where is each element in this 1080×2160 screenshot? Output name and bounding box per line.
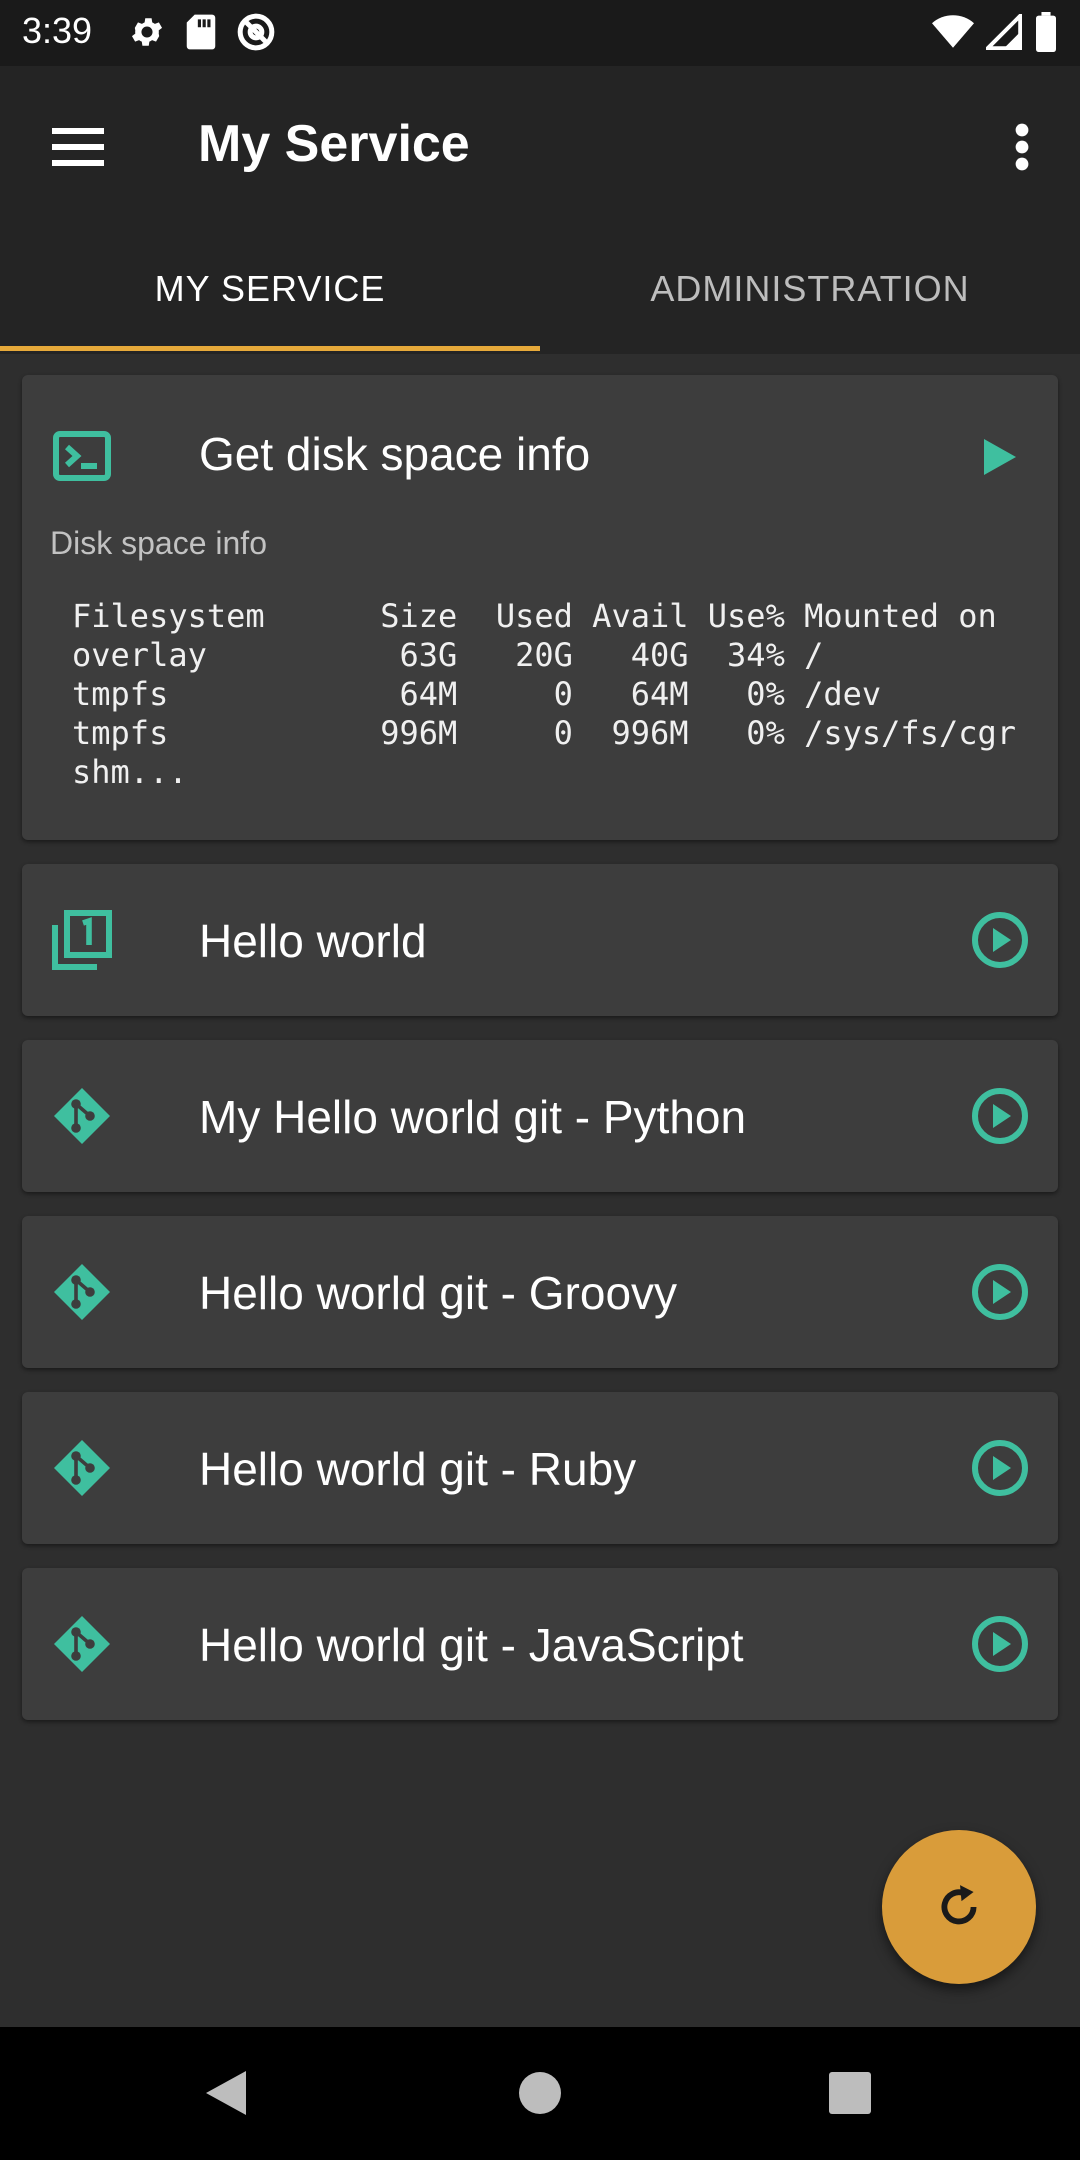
script-output-label: Disk space info <box>50 525 267 561</box>
home-icon <box>519 2072 561 2114</box>
script-title: Hello world git - JavaScript <box>199 1619 744 1671</box>
nav-home-button[interactable] <box>500 2057 580 2129</box>
overflow-menu-button[interactable] <box>992 112 1052 182</box>
script-card-git-ruby[interactable]: Hello world git - Ruby <box>22 1392 1058 1544</box>
script-title: Hello world <box>199 915 427 967</box>
terminal-icon <box>48 422 116 490</box>
tab-bar: MY SERVICE ADMINISTRATION <box>0 224 1080 354</box>
at-sign-icon <box>237 13 275 51</box>
page-title: My Service <box>198 115 470 173</box>
run-script-button[interactable] <box>968 1436 1032 1500</box>
run-script-button[interactable] <box>968 908 1032 972</box>
back-icon <box>206 2071 246 2115</box>
status-right-icons <box>932 12 1058 52</box>
script-title: My Hello world git - Python <box>199 1091 747 1143</box>
gear-icon <box>131 18 163 46</box>
play-circle-icon <box>972 1616 1028 1672</box>
script-card-hello-world[interactable]: Hello world <box>22 864 1058 1016</box>
tab-administration[interactable]: ADMINISTRATION <box>540 224 1080 354</box>
menu-button[interactable] <box>38 112 118 182</box>
nav-back-button[interactable] <box>186 2057 266 2129</box>
script-card-git-python[interactable]: My Hello world git - Python <box>22 1040 1058 1192</box>
git-icon <box>48 1610 116 1678</box>
tab-my-service[interactable]: MY SERVICE <box>0 224 540 354</box>
more-vertical-icon <box>1015 123 1029 171</box>
script-card-git-javascript[interactable]: Hello world git - JavaScript <box>22 1568 1058 1720</box>
script-title: Get disk space info <box>199 428 591 480</box>
git-icon <box>48 1082 116 1150</box>
battery-icon <box>1036 12 1056 52</box>
script-card-disk-space[interactable]: Get disk space info Disk space info File… <box>22 375 1058 840</box>
cell-signal-icon <box>986 14 1022 50</box>
play-filled-icon <box>984 439 1016 475</box>
run-script-button[interactable] <box>968 425 1032 489</box>
script-title: Hello world git - Groovy <box>199 1267 678 1319</box>
script-output-text: Filesystem Size Used Avail Use% Mounted … <box>72 597 1017 791</box>
play-circle-icon <box>972 912 1028 968</box>
script-title: Hello world git - Ruby <box>199 1443 637 1495</box>
play-circle-icon <box>972 1440 1028 1496</box>
refresh-fab[interactable] <box>882 1830 1036 1984</box>
play-circle-icon <box>972 1088 1028 1144</box>
recents-icon <box>829 2072 871 2114</box>
git-icon <box>48 1434 116 1502</box>
run-script-button[interactable] <box>968 1612 1032 1676</box>
script-card-git-groovy[interactable]: Hello world git - Groovy <box>22 1216 1058 1368</box>
system-nav-bar <box>0 2027 1080 2160</box>
git-icon <box>48 1258 116 1326</box>
sd-card-icon <box>186 14 216 50</box>
hamburger-menu-icon <box>52 128 104 166</box>
script-one-icon <box>48 906 116 974</box>
run-script-button[interactable] <box>968 1084 1032 1148</box>
wifi-icon <box>932 15 974 48</box>
refresh-icon <box>941 1885 977 1925</box>
status-bar: 3:39 <box>0 0 1080 66</box>
status-left-icons <box>128 12 276 52</box>
nav-recents-button[interactable] <box>810 2057 890 2129</box>
play-circle-icon <box>972 1264 1028 1320</box>
tab-indicator <box>0 346 540 351</box>
status-time: 3:39 <box>22 10 93 51</box>
run-script-button[interactable] <box>968 1260 1032 1324</box>
